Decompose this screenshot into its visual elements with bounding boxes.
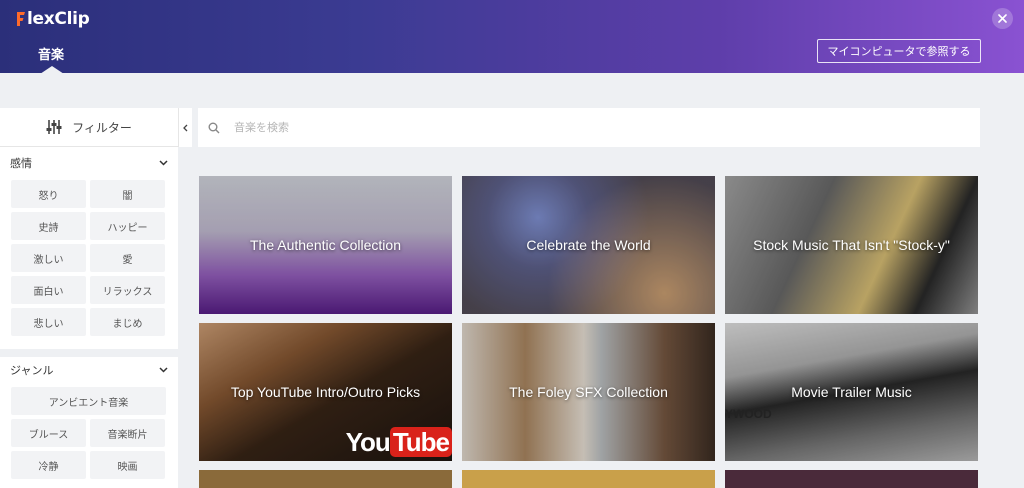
youtube-watermark: You Tube bbox=[346, 427, 452, 458]
youtube-watermark-tube: Tube bbox=[389, 427, 452, 457]
chip-genre[interactable]: 音楽断片 bbox=[90, 419, 165, 447]
chevron-left-icon bbox=[183, 124, 188, 131]
chevron-down-icon bbox=[159, 367, 168, 373]
tab-music[interactable]: 音楽 bbox=[38, 44, 64, 63]
close-icon bbox=[998, 14, 1007, 23]
hollywood-watermark: YWOOD bbox=[725, 407, 772, 421]
chip-genre[interactable]: ブルース bbox=[11, 419, 86, 447]
card-title: Celebrate the World bbox=[526, 237, 651, 253]
card-title: The Authentic Collection bbox=[250, 237, 401, 253]
logo-text: lexClip bbox=[27, 9, 90, 29]
card-title: Stock Music That Isn't "Stock-y" bbox=[753, 237, 950, 253]
filter-sidebar: フィルター 感情 怒り 闇 史詩 ハッピー 激しい 愛 面白い リラックス 悲し… bbox=[0, 108, 178, 488]
chip-emotion[interactable]: 愛 bbox=[90, 244, 165, 272]
collection-card[interactable]: YWOOD Movie Trailer Music bbox=[725, 323, 978, 461]
collection-card[interactable]: Celebrate the World bbox=[462, 176, 715, 314]
collapse-sidebar-button[interactable] bbox=[178, 108, 192, 147]
card-title: Top YouTube Intro/Outro Picks bbox=[230, 384, 421, 400]
search-icon bbox=[208, 122, 220, 133]
filter-label: フィルター bbox=[72, 120, 132, 135]
collection-card[interactable] bbox=[199, 470, 452, 488]
music-search-bar bbox=[198, 108, 980, 147]
flexclip-flame-icon bbox=[17, 12, 25, 26]
browse-computer-button[interactable]: マイコンピュータで参照する bbox=[817, 39, 981, 63]
section-emotion-header[interactable]: 感情 bbox=[10, 153, 168, 173]
chip-emotion[interactable]: 悲しい bbox=[11, 308, 86, 336]
card-title: The Foley SFX Collection bbox=[509, 384, 668, 400]
collection-card[interactable] bbox=[462, 470, 715, 488]
collection-card[interactable]: The Foley SFX Collection bbox=[462, 323, 715, 461]
music-search-input[interactable] bbox=[234, 121, 834, 134]
chip-genre[interactable]: 冷静 bbox=[11, 451, 86, 479]
chip-emotion[interactable]: 激しい bbox=[11, 244, 86, 272]
chip-emotion[interactable]: リラックス bbox=[90, 276, 165, 304]
close-button[interactable] bbox=[992, 8, 1013, 29]
collection-card[interactable] bbox=[725, 470, 978, 488]
chip-genre[interactable]: 映画 bbox=[90, 451, 165, 479]
chip-genre[interactable]: アンビエント音楽 bbox=[11, 387, 166, 415]
youtube-watermark-you: You bbox=[345, 427, 391, 457]
filter-header[interactable]: フィルター bbox=[0, 108, 178, 147]
section-genre-title: ジャンル bbox=[10, 364, 54, 377]
card-title: Movie Trailer Music bbox=[791, 384, 912, 400]
section-genre-header[interactable]: ジャンル bbox=[10, 360, 168, 380]
section-divider bbox=[0, 349, 178, 357]
collection-card[interactable]: The Authentic Collection bbox=[199, 176, 452, 314]
active-tab-indicator bbox=[40, 66, 64, 74]
chip-emotion[interactable]: 怒り bbox=[11, 180, 86, 208]
top-header: lexClip 音楽 マイコンピュータで参照する bbox=[0, 0, 1024, 74]
sliders-icon bbox=[46, 120, 62, 134]
flexclip-logo[interactable]: lexClip bbox=[16, 8, 90, 30]
chip-emotion[interactable]: まじめ bbox=[90, 308, 165, 336]
chip-emotion[interactable]: 闇 bbox=[90, 180, 165, 208]
chip-emotion[interactable]: 面白い bbox=[11, 276, 86, 304]
scrollbar-track[interactable] bbox=[1008, 73, 1024, 488]
collection-card[interactable]: Stock Music That Isn't "Stock-y" bbox=[725, 176, 978, 314]
collection-card[interactable]: You Tube Top YouTube Intro/Outro Picks bbox=[199, 323, 452, 461]
chip-emotion[interactable]: 史詩 bbox=[11, 212, 86, 240]
chip-emotion[interactable]: ハッピー bbox=[90, 212, 165, 240]
chevron-down-icon bbox=[159, 160, 168, 166]
section-emotion-title: 感情 bbox=[10, 157, 32, 170]
